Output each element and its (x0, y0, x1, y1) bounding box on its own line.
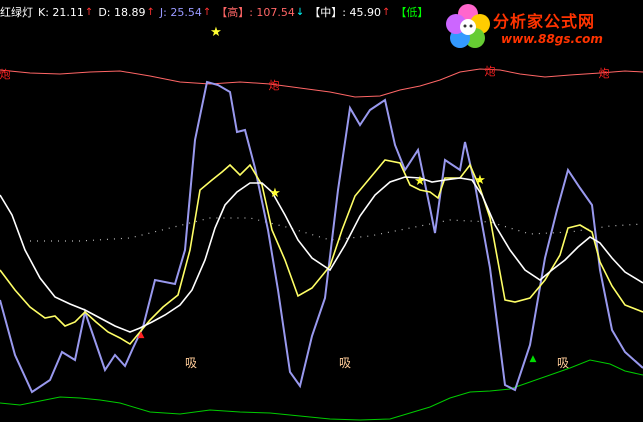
pao-marker: 炮 (0, 68, 11, 81)
d-value: D: 18.89 ↑ (98, 6, 155, 19)
site-logo: 分析家公式网 www.88gs.com (441, 0, 641, 55)
star-marker: ★ (474, 173, 486, 188)
k-value: K: 21.11 ↑ (38, 6, 93, 19)
arrow-up-icon: ↑ (84, 6, 94, 18)
arrow-up-icon: ↑ (382, 6, 391, 18)
j-value: J: 25.54 ↑ (160, 6, 211, 19)
mid-value: 【中】: 45.90 ↑ (309, 4, 390, 20)
low-value: 【低】 (395, 6, 429, 19)
d-value-text: D: 18.89 (98, 5, 146, 19)
star-marker: ★ (210, 25, 222, 40)
high-value: 【高】: 107.54 ↓ (216, 4, 304, 20)
j-value-text: J: 25.54 (159, 5, 202, 19)
arrow-up-icon: ↑ (202, 6, 212, 18)
pao-marker: 炮 (599, 67, 610, 80)
kdj-indicator-chart[interactable]: ★ ★ ★ ★ 炮 炮 炮 炮 吸 吸 吸 ▲ ▲ (0, 0, 643, 422)
xi-marker: 吸 (557, 356, 569, 370)
arrow-up-icon: ↑ (146, 6, 155, 18)
logo-url: www.88gs.com (501, 32, 603, 46)
xi-marker: 吸 (339, 356, 351, 370)
xi-marker: 吸 (185, 356, 197, 370)
star-marker: ★ (414, 174, 426, 189)
logo-title: 分析家公式网 (493, 12, 596, 31)
low-line (0, 359, 643, 421)
indicator-name: 红绿灯 (0, 6, 33, 19)
high-line (0, 68, 643, 98)
flower-logo-icon (446, 4, 490, 48)
stock-chart-window: ★ ★ ★ ★ 炮 炮 炮 炮 吸 吸 吸 ▲ ▲ 红绿灯 K: 21.11 ↑… (0, 0, 643, 422)
pao-marker: 炮 (485, 65, 496, 78)
indicator-legend: 红绿灯 K: 21.11 ↑ D: 18.89 ↑ J: 25.54 ↑ 【高】… (0, 3, 433, 21)
green-triangle-marker: ▲ (530, 354, 537, 364)
j-line (0, 80, 643, 394)
red-triangle-marker: ▲ (138, 330, 145, 340)
k-value-text: K: 21.11 (38, 5, 84, 19)
star-marker: ★ (269, 186, 281, 201)
pao-marker: 炮 (269, 79, 280, 92)
high-value-text: 【高】: 107.54 (216, 6, 295, 19)
mid-value-text: 【中】: 45.90 (309, 6, 381, 19)
arrow-down-icon: ↓ (295, 6, 305, 18)
